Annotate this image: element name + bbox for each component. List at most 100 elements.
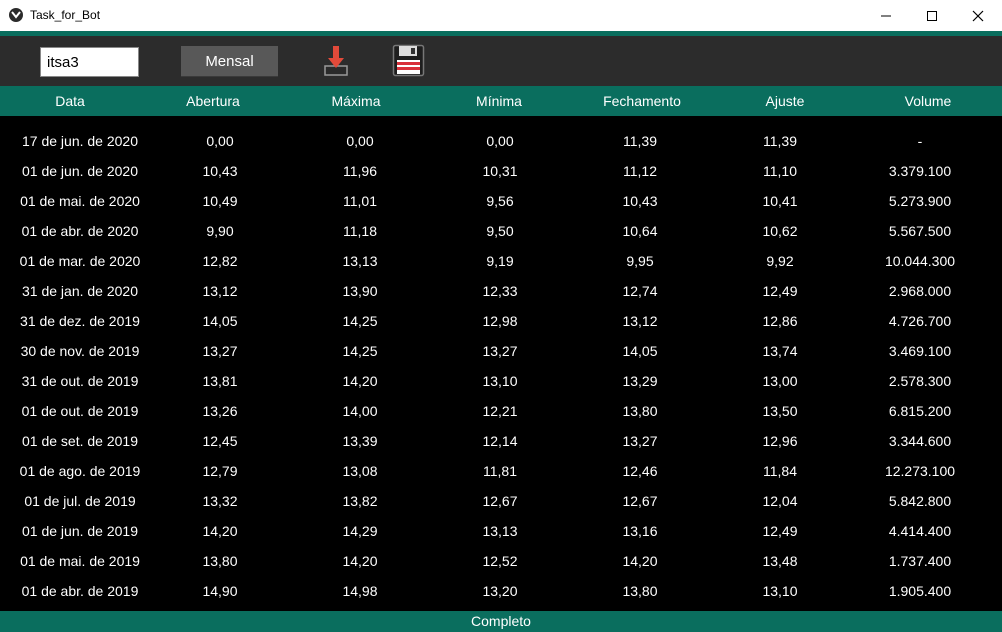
- cell-volume: 3.469.100: [888, 343, 952, 359]
- table-row[interactable]: 01 de mai. de 2020 10,49 11,01 9,56 10,4…: [0, 186, 1002, 216]
- cell-open: 10,49: [202, 193, 238, 209]
- cell-date: 01 de jul. de 2019: [24, 493, 136, 509]
- cell-date: 01 de jun. de 2019: [22, 523, 138, 539]
- cell-close: 14,05: [622, 343, 658, 359]
- table-row[interactable]: 17 de jun. de 2020 0,00 0,00 0,00 11,39 …: [0, 126, 1002, 156]
- cell-adjusted: 13,10: [762, 583, 798, 599]
- cell-high: 14,98: [342, 583, 378, 599]
- table-header: Data Abertura Máxima Mínima Fechamento A…: [0, 86, 1002, 116]
- cell-close: 10,64: [622, 223, 658, 239]
- cell-high: 11,96: [343, 163, 377, 179]
- table-row[interactable]: 01 de jun. de 2020 10,43 11,96 10,31 11,…: [0, 156, 1002, 186]
- header-maxima[interactable]: Máxima: [286, 86, 426, 116]
- cell-open: 10,43: [202, 163, 238, 179]
- cell-low: 13,13: [482, 523, 518, 539]
- cell-date: 01 de mai. de 2019: [20, 553, 140, 569]
- table-row[interactable]: 31 de jan. de 2020 13,12 13,90 12,33 12,…: [0, 276, 1002, 306]
- cell-close: 14,20: [622, 553, 658, 569]
- cell-adjusted: 13,74: [762, 343, 798, 359]
- cell-adjusted: 13,48: [762, 553, 798, 569]
- cell-date: 17 de jun. de 2020: [22, 133, 138, 149]
- period-button[interactable]: Mensal: [181, 46, 278, 77]
- cell-low: 13,20: [482, 583, 518, 599]
- maximize-button[interactable]: [909, 0, 955, 31]
- cell-close: 12,74: [622, 283, 658, 299]
- cell-date: 01 de ago. de 2019: [19, 463, 141, 479]
- header-volume[interactable]: Volume: [858, 86, 998, 116]
- cell-volume: 3.379.100: [888, 163, 952, 179]
- cell-adjusted: 11,84: [763, 463, 797, 479]
- cell-open: 13,27: [202, 343, 238, 359]
- cell-volume: 4.414.400: [888, 523, 952, 539]
- ticker-input[interactable]: [40, 47, 139, 77]
- table-row[interactable]: 01 de ago. de 2019 12,79 13,08 11,81 12,…: [0, 456, 1002, 486]
- cell-close: 13,16: [622, 523, 658, 539]
- cell-high: 13,39: [342, 433, 378, 449]
- cell-close: 9,95: [626, 253, 654, 269]
- cell-high: 13,90: [342, 283, 378, 299]
- cell-low: 11,81: [483, 463, 517, 479]
- cell-low: 12,52: [482, 553, 518, 569]
- cell-high: 14,20: [342, 373, 378, 389]
- quotes-table: 17 de jun. de 2020 0,00 0,00 0,00 11,39 …: [0, 126, 1002, 606]
- cell-adjusted: 11,39: [763, 133, 797, 149]
- cell-low: 12,21: [482, 403, 518, 419]
- cell-volume: 3.344.600: [888, 433, 952, 449]
- cell-adjusted: 13,50: [762, 403, 798, 419]
- cell-volume: 2.968.000: [888, 283, 952, 299]
- title-bar: Task_for_Bot: [0, 0, 1002, 32]
- header-data[interactable]: Data: [0, 86, 140, 116]
- table-row[interactable]: 01 de mar. de 2020 12,82 13,13 9,19 9,95…: [0, 246, 1002, 276]
- table-row[interactable]: 30 de nov. de 2019 13,27 14,25 13,27 14,…: [0, 336, 1002, 366]
- floppy-disk-icon: [392, 44, 425, 77]
- status-bar: Completo: [0, 611, 1002, 632]
- table-row[interactable]: 01 de set. de 2019 12,45 13,39 12,14 13,…: [0, 426, 1002, 456]
- cell-low: 9,19: [486, 253, 514, 269]
- cell-volume: 4.726.700: [888, 313, 952, 329]
- cell-close: 12,46: [622, 463, 658, 479]
- download-button[interactable]: [322, 44, 350, 83]
- cell-low: 9,56: [486, 193, 514, 209]
- cell-low: 13,10: [482, 373, 518, 389]
- table-row[interactable]: 31 de out. de 2019 13,81 14,20 13,10 13,…: [0, 366, 1002, 396]
- cell-date: 01 de mai. de 2020: [20, 193, 140, 209]
- table-row[interactable]: 01 de abr. de 2019 14,90 14,98 13,20 13,…: [0, 576, 1002, 606]
- save-button[interactable]: [392, 44, 425, 83]
- cell-low: 9,50: [486, 223, 514, 239]
- cell-volume: -: [917, 133, 923, 149]
- table-row[interactable]: 01 de abr. de 2020 9,90 11,18 9,50 10,64…: [0, 216, 1002, 246]
- cell-high: 14,00: [342, 403, 378, 419]
- cell-open: 13,32: [202, 493, 238, 509]
- table-row[interactable]: 01 de jun. de 2019 14,20 14,29 13,13 13,…: [0, 516, 1002, 546]
- table-row[interactable]: 31 de dez. de 2019 14,05 14,25 12,98 13,…: [0, 306, 1002, 336]
- cell-open: 14,05: [202, 313, 238, 329]
- cell-open: 14,90: [202, 583, 238, 599]
- header-minima[interactable]: Mínima: [429, 86, 569, 116]
- cell-date: 31 de jan. de 2020: [22, 283, 138, 299]
- cell-open: 13,12: [202, 283, 238, 299]
- cell-open: 9,90: [206, 223, 234, 239]
- header-fechamento[interactable]: Fechamento: [572, 86, 712, 116]
- close-icon: [972, 10, 984, 21]
- cell-close: 13,80: [622, 403, 658, 419]
- header-ajuste[interactable]: Ajuste: [715, 86, 855, 116]
- cell-low: 12,33: [482, 283, 518, 299]
- close-button[interactable]: [955, 0, 1001, 31]
- cell-volume: 5.842.800: [888, 493, 952, 509]
- table-row[interactable]: 01 de mai. de 2019 13,80 14,20 12,52 14,…: [0, 546, 1002, 576]
- cell-date: 01 de mar. de 2020: [19, 253, 141, 269]
- minimize-button[interactable]: [863, 0, 909, 31]
- cell-volume: 2.578.300: [888, 373, 952, 389]
- table-row[interactable]: 01 de jul. de 2019 13,32 13,82 12,67 12,…: [0, 486, 1002, 516]
- cell-volume: 10.044.300: [884, 253, 956, 269]
- cell-high: 13,13: [342, 253, 378, 269]
- header-abertura[interactable]: Abertura: [143, 86, 283, 116]
- cell-open: 13,80: [202, 553, 238, 569]
- cell-volume: 5.273.900: [888, 193, 952, 209]
- table-row[interactable]: 01 de out. de 2019 13,26 14,00 12,21 13,…: [0, 396, 1002, 426]
- cell-low: 12,67: [482, 493, 518, 509]
- cell-adjusted: 10,41: [762, 193, 798, 209]
- maximize-icon: [927, 10, 937, 21]
- cell-adjusted: 10,62: [762, 223, 798, 239]
- cell-low: 12,14: [482, 433, 518, 449]
